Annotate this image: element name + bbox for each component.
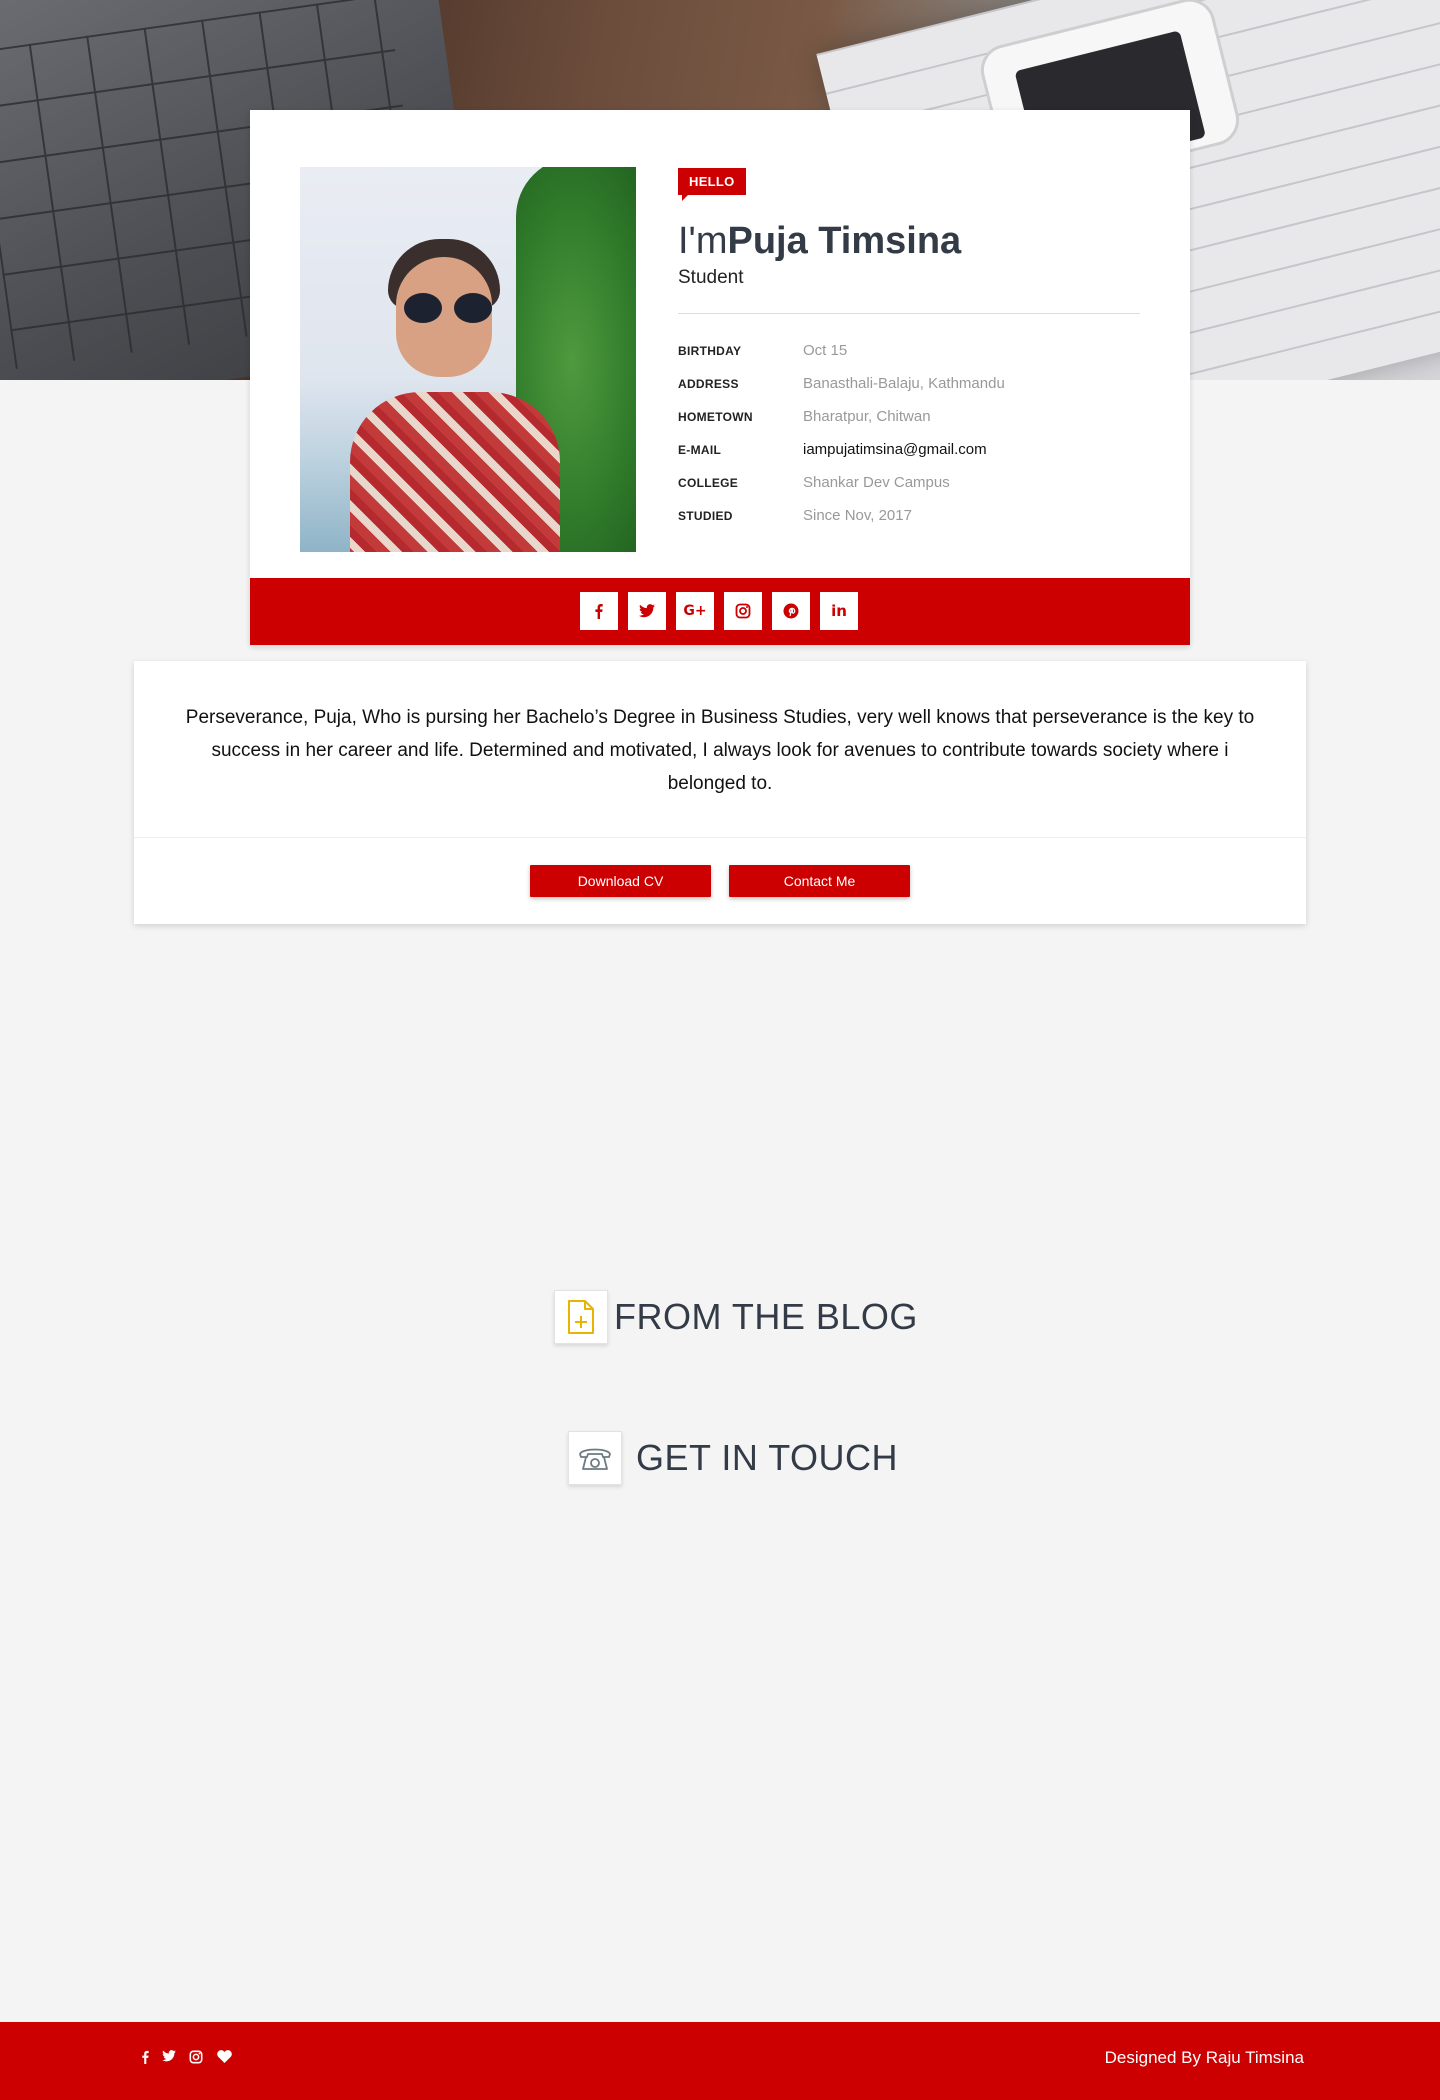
info-label: COLLEGE — [678, 476, 739, 490]
info-label: BIRTHDAY — [678, 344, 742, 358]
google-plus-icon[interactable]: G+ — [676, 592, 714, 630]
profile-card: HELLO I'mPuja Timsina Student BIRTHDAY O… — [250, 110, 1190, 645]
info-email: E-MAIL iampujatimsina@gmail.com — [678, 441, 1148, 463]
footer-credit: Designed By Raju Timsina — [1104, 2048, 1304, 2067]
info-label: STUDIED — [678, 509, 733, 523]
info-address: ADDRESS Banasthali-Balaju, Kathmandu — [678, 375, 1148, 397]
profile-name: Puja Timsina — [727, 220, 962, 262]
section-title: GET IN TOUCH — [636, 1437, 899, 1478]
social-bar: G+ in — [250, 578, 1190, 645]
email-link[interactable]: iampujatimsina@gmail.com — [803, 441, 987, 458]
profile-role: Student — [678, 267, 744, 288]
heart-icon[interactable] — [217, 2050, 232, 2067]
profile-heading: I'mPuja Timsina — [678, 220, 961, 263]
info-studied: STUDIED Since Nov, 2017 — [678, 507, 1148, 529]
greeting: I'm — [678, 220, 728, 262]
divider — [678, 313, 1140, 314]
info-value: Shankar Dev Campus — [803, 474, 950, 491]
phone-icon — [568, 1431, 622, 1485]
blog-section-heading: FROM THE BLOG — [554, 1290, 918, 1344]
footer: Designed By Raju Timsina — [0, 2022, 1440, 2100]
twitter-icon[interactable] — [628, 592, 666, 630]
linkedin-icon[interactable]: in — [820, 592, 858, 630]
facebook-icon[interactable] — [140, 2050, 150, 2068]
info-value: Bharatpur, Chitwan — [803, 408, 931, 425]
facebook-icon[interactable] — [580, 592, 618, 630]
info-label: E-MAIL — [678, 443, 722, 457]
instagram-icon[interactable] — [724, 592, 762, 630]
download-cv-button[interactable]: Download CV — [530, 865, 711, 897]
instagram-icon[interactable] — [189, 2050, 203, 2068]
info-label: ADDRESS — [678, 377, 739, 391]
about-card: Perseverance, Puja, Who is pursing her B… — [134, 661, 1306, 924]
twitter-icon[interactable] — [162, 2050, 176, 2066]
divider — [134, 837, 1306, 838]
info-birthday: BIRTHDAY Oct 15 — [678, 342, 1148, 364]
info-value: Since Nov, 2017 — [803, 507, 912, 524]
info-value: Banasthali-Balaju, Kathmandu — [803, 375, 1005, 392]
pinterest-icon[interactable] — [772, 592, 810, 630]
about-text: Perseverance, Puja, Who is pursing her B… — [185, 707, 1255, 794]
info-value: Oct 15 — [803, 342, 848, 359]
document-icon — [554, 1290, 608, 1344]
info-hometown: HOMETOWN Bharatpur, Chitwan — [678, 408, 1148, 430]
section-title: FROM THE BLOG — [614, 1296, 918, 1337]
contact-section-heading: GET IN TOUCH — [568, 1431, 898, 1485]
info-label: HOMETOWN — [678, 410, 753, 424]
info-college: COLLEGE Shankar Dev Campus — [678, 474, 1148, 496]
hello-tag: HELLO — [678, 168, 746, 201]
profile-photo — [300, 167, 636, 552]
contact-me-button[interactable]: Contact Me — [729, 865, 910, 897]
